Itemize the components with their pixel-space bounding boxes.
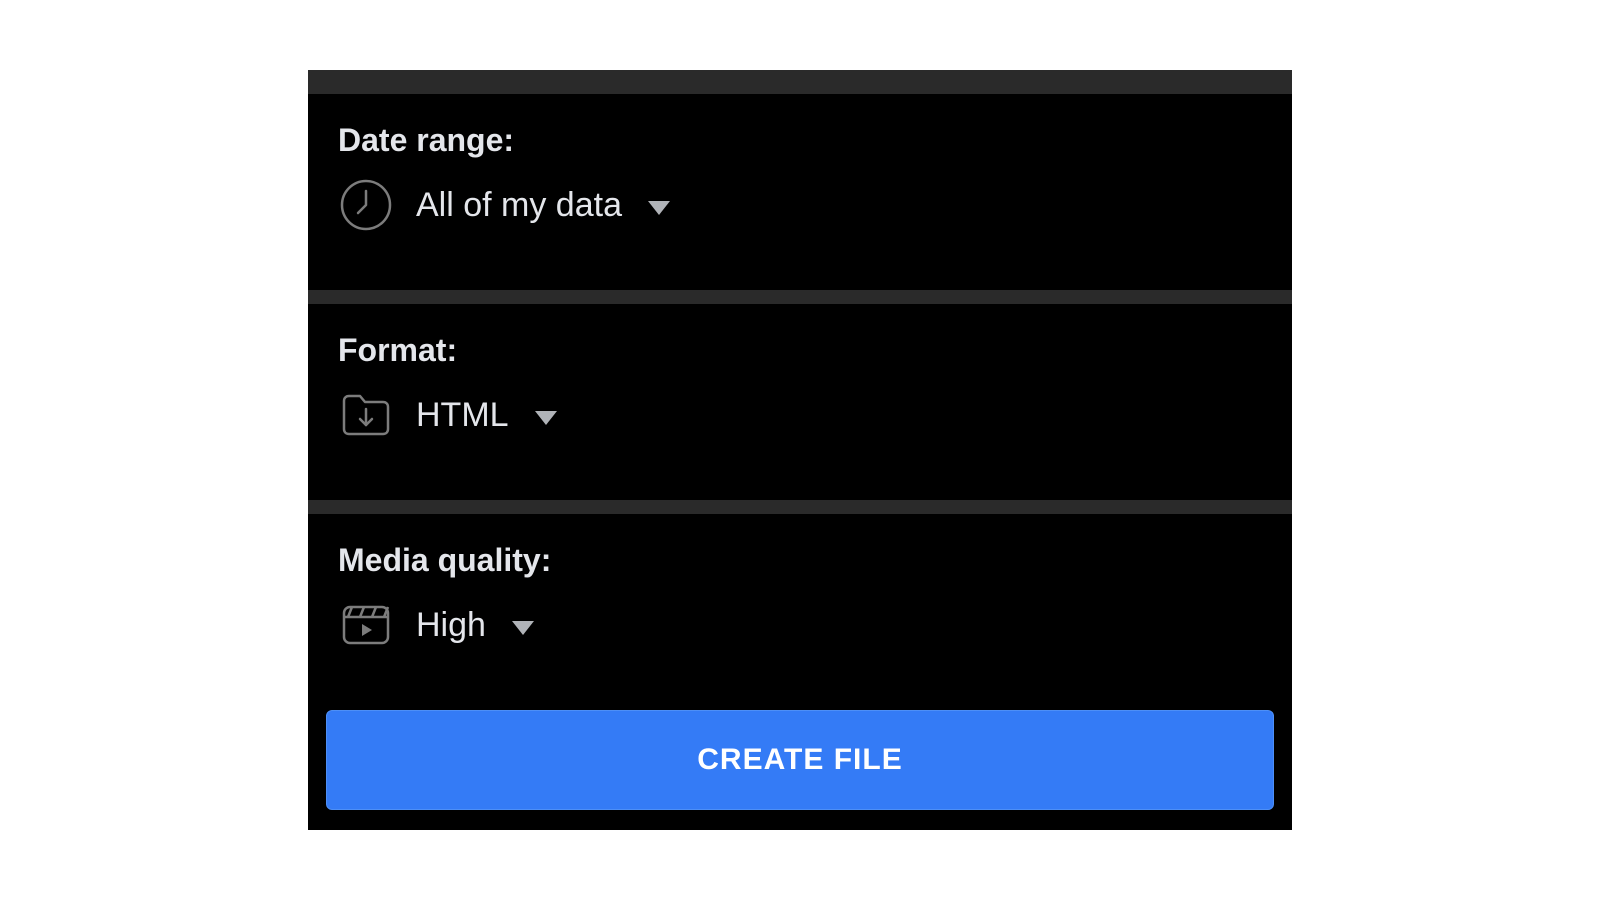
- date-range-label: Date range:: [338, 122, 1262, 159]
- section-divider: [308, 290, 1292, 304]
- date-range-value: All of my data: [416, 186, 622, 225]
- format-value: HTML: [416, 396, 509, 435]
- media-quality-selector[interactable]: High: [338, 597, 1262, 653]
- chevron-down-icon: [648, 201, 670, 215]
- media-quality-value: High: [416, 606, 486, 645]
- folder-download-icon: [338, 387, 394, 443]
- chevron-down-icon: [535, 411, 557, 425]
- section-divider: [308, 500, 1292, 514]
- date-range-selector[interactable]: All of my data: [338, 177, 1262, 233]
- create-file-button[interactable]: CREATE FILE: [326, 710, 1274, 810]
- media-quality-label: Media quality:: [338, 542, 1262, 579]
- button-row: CREATE FILE: [308, 696, 1292, 830]
- media-quality-section: Media quality: High: [308, 514, 1292, 696]
- clapperboard-icon: [338, 597, 394, 653]
- chevron-down-icon: [512, 621, 534, 635]
- panel-topbar: [308, 70, 1292, 94]
- format-section: Format: HTML: [308, 304, 1292, 500]
- format-label: Format:: [338, 332, 1262, 369]
- format-selector[interactable]: HTML: [338, 387, 1262, 443]
- download-settings-panel: Date range: All of my data Format:: [308, 70, 1292, 830]
- clock-icon: [338, 177, 394, 233]
- date-range-section: Date range: All of my data: [308, 94, 1292, 290]
